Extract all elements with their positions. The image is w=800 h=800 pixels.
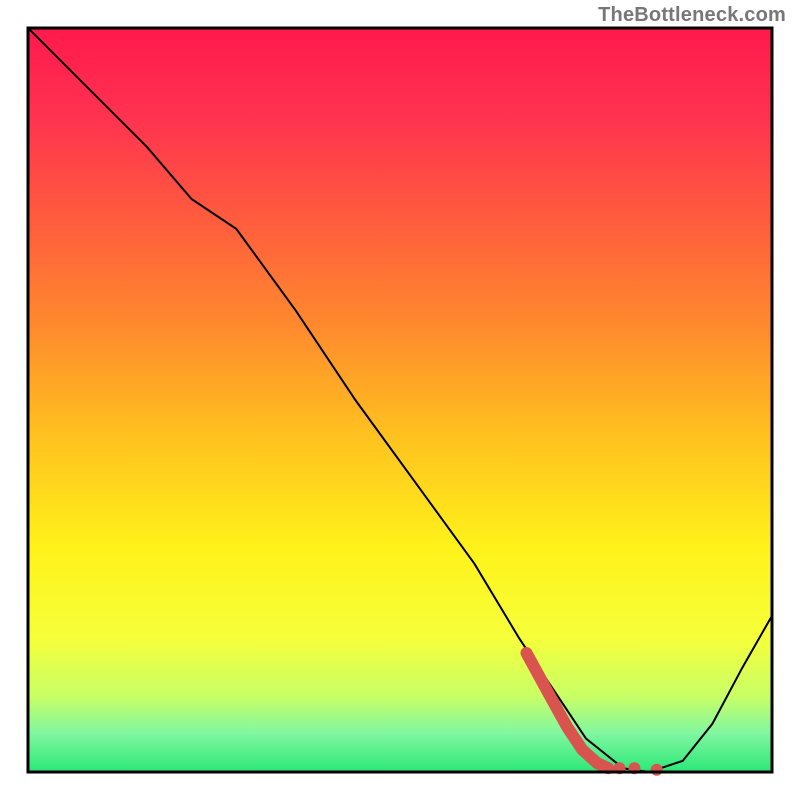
highlight-dots — [613, 762, 662, 775]
chart-svg — [0, 0, 800, 800]
highlight-dot — [651, 764, 663, 776]
